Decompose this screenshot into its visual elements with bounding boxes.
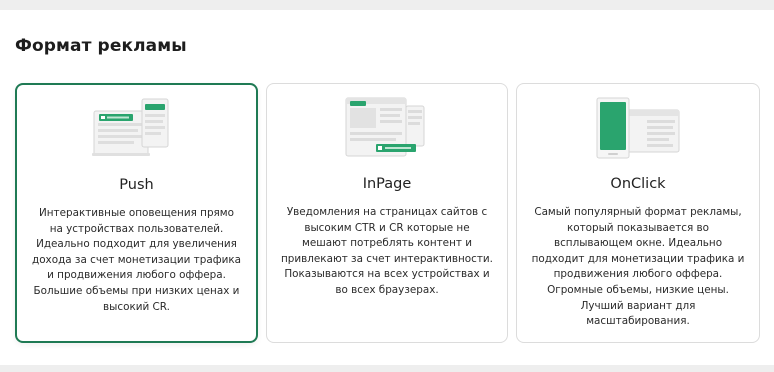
card-description-push: Интерактивные оповещения прямо на устрой… xyxy=(32,207,241,313)
card-description-onclick: Самый популярный формат рекламы, который… xyxy=(531,206,745,328)
section-title: Формат рекламы xyxy=(15,36,187,56)
format-card-inpage[interactable]: InPage Уведомления на страницах сайтов с… xyxy=(266,83,508,343)
format-card-onclick[interactable]: OnClick Самый популярный формат рекламы,… xyxy=(516,83,760,343)
inpage-notification-illustration-icon xyxy=(345,97,425,157)
card-title-onclick: OnClick xyxy=(610,176,666,192)
card-title-inpage: InPage xyxy=(362,176,412,192)
onclick-popunder-illustration-icon xyxy=(596,97,680,159)
card-description-inpage: Уведомления на страницах сайтов с высоки… xyxy=(281,206,493,296)
format-card-push[interactable]: Push Интерактивные оповещения прямо на у… xyxy=(15,83,258,343)
ad-format-section: Формат рекламы Push Интерактивные оповещ… xyxy=(0,10,774,365)
card-title-push: Push xyxy=(119,177,154,193)
push-notification-illustration-icon xyxy=(91,98,168,156)
